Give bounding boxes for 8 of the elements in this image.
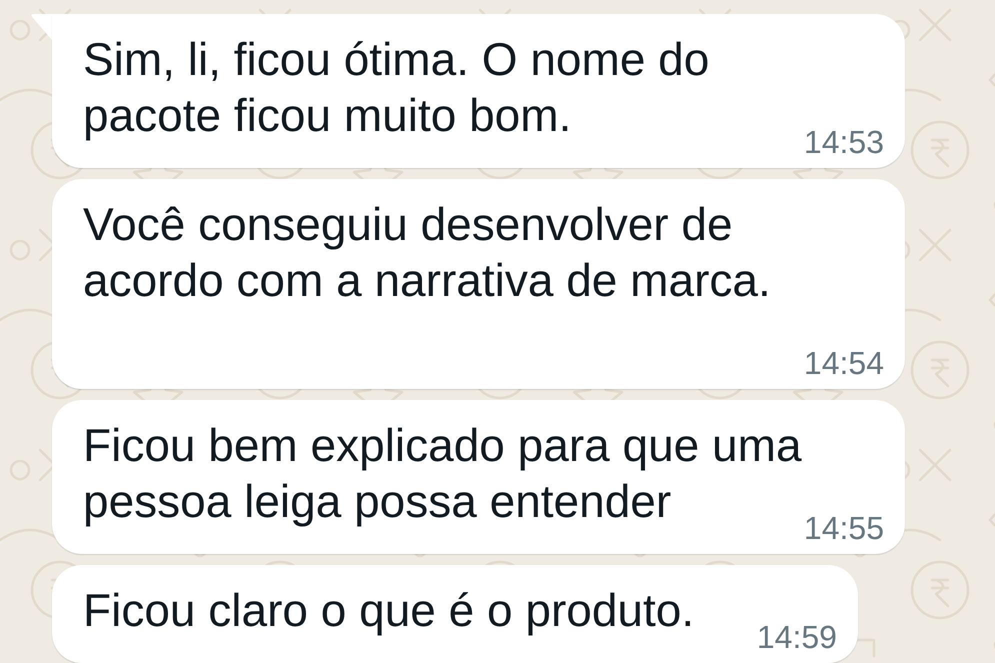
message-time: 14:54 [804,347,884,379]
message-time: 14:55 [804,512,884,544]
message-text: Ficou claro o que é o produto. [83,584,694,636]
message-text: Você conseguiu desenvolver de acordo com a narrativa de marca. [83,198,771,306]
message-time: 14:59 [756,621,837,653]
message-text: Ficou bem explicado para que uma pessoa leiga possa entender [83,419,802,527]
message-time: 14:53 [804,126,884,158]
message-text: Sim, li, ficou ótima. O nome do pacote ficou muito bom. [83,33,710,141]
